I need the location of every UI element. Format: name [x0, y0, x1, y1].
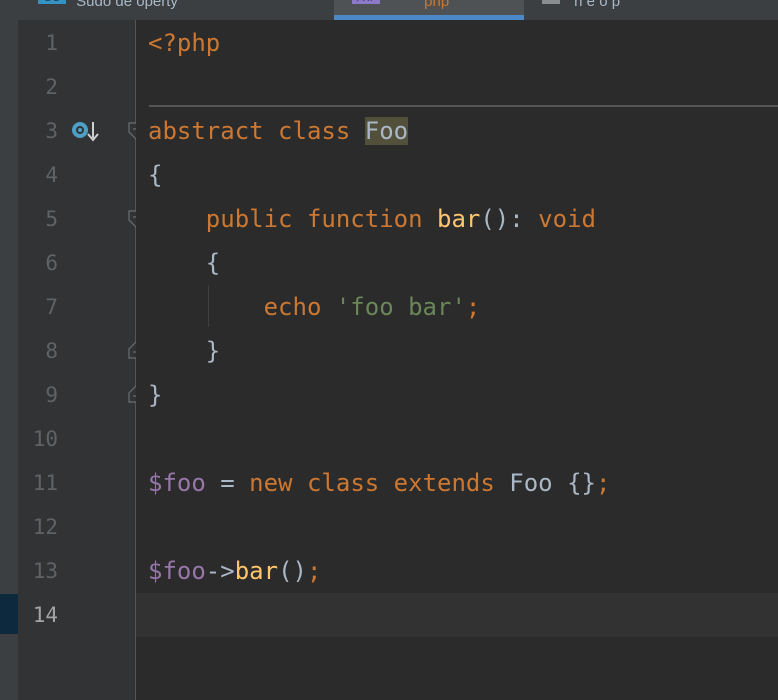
tab-dc-file[interactable]: DC Sudo de operty	[38, 0, 328, 20]
keyword: new	[249, 469, 293, 497]
return-type: void	[538, 205, 596, 233]
class-name: Foo	[509, 469, 553, 497]
semicolon: ;	[465, 293, 481, 321]
gutter-row: 1	[18, 21, 136, 65]
code-line-6[interactable]: {	[148, 241, 220, 285]
code-line-5[interactable]: public function bar(): void	[148, 197, 596, 241]
line-number: 7	[45, 295, 58, 319]
variable: $foo	[148, 557, 206, 585]
keyword: function	[306, 205, 423, 233]
keyword: extends	[393, 469, 495, 497]
code-line-7[interactable]: echo 'foo bar';	[148, 285, 481, 329]
gutter-row: 4	[18, 153, 136, 197]
keyword: class	[278, 117, 351, 145]
method-call: bar	[234, 557, 279, 585]
code-line-3[interactable]: abstract class Foo	[148, 109, 409, 153]
tab-other-file[interactable]: n e o p	[542, 0, 778, 20]
gutter-row: 8	[18, 329, 144, 373]
gutter-row: 13	[18, 549, 136, 593]
semicolon: ;	[306, 557, 322, 585]
code-line-9[interactable]: }	[148, 373, 162, 417]
implemented-by-icon[interactable]	[70, 120, 100, 144]
class-name-highlighted: Foo	[364, 117, 409, 145]
gutter-row: 5	[18, 197, 144, 241]
gutter-row: 10	[18, 417, 136, 461]
gutter-row: 2	[18, 65, 136, 109]
dc-file-icon: DC	[38, 0, 66, 4]
line-number: 8	[45, 339, 58, 363]
gutter-row: 9	[18, 373, 144, 417]
gutter-row: 3	[18, 109, 144, 153]
code-line-4[interactable]: {	[148, 153, 162, 197]
string-literal: 'foo bar'	[335, 293, 466, 321]
keyword: public	[205, 205, 293, 233]
gutter-row: 6	[18, 241, 136, 285]
line-number: 1	[45, 31, 58, 55]
file-icon	[542, 0, 560, 4]
code-line-8[interactable]: }	[148, 329, 220, 373]
brace: }	[205, 337, 221, 365]
method-separator	[149, 105, 778, 107]
arrow-operator: ->	[205, 557, 235, 585]
brace: {	[205, 249, 221, 277]
line-number: 4	[45, 163, 58, 187]
keyword: class	[306, 469, 380, 497]
editor-tab-bar: DC Sudo de operty PHP php n e o p	[18, 0, 778, 21]
code-line-1[interactable]: <?php	[148, 21, 220, 65]
keyword: abstract	[148, 117, 264, 145]
brace: }	[148, 381, 163, 409]
line-number: 13	[32, 559, 58, 583]
keyword: echo	[263, 293, 322, 321]
php-file-icon: PHP	[352, 0, 380, 4]
function-name: bar	[437, 205, 481, 233]
current-line-highlight	[136, 593, 778, 637]
line-number: 6	[45, 251, 58, 275]
line-number: 3	[45, 119, 58, 143]
line-number: 12	[32, 515, 58, 539]
tool-strip-active-indicator[interactable]	[0, 594, 18, 634]
tab-label: n e o p	[574, 0, 621, 10]
brace: {	[148, 161, 163, 189]
php-open-tag: <?php	[148, 29, 221, 57]
operator: =	[220, 469, 235, 497]
code-line-11[interactable]: $foo = new class extends Foo {};	[148, 461, 610, 505]
parens: ():	[480, 205, 524, 233]
variable: $foo	[148, 469, 206, 497]
semicolon: ;	[596, 469, 611, 497]
line-number: 9	[45, 383, 58, 407]
parens: ()	[278, 557, 307, 585]
tab-label: php	[424, 0, 450, 10]
line-number: 10	[32, 427, 58, 451]
gutter-row: 7	[18, 285, 136, 329]
code-line-13[interactable]: $foo->bar();	[148, 549, 321, 593]
tab-label: Sudo de operty	[76, 0, 178, 10]
line-number: 11	[32, 471, 58, 495]
gutter-row: 14	[18, 593, 136, 637]
current-line-number: 14	[32, 603, 58, 627]
gutter-row: 11	[18, 461, 136, 505]
line-number: 2	[45, 75, 58, 99]
line-number: 5	[45, 207, 58, 231]
gutter-row: 12	[18, 505, 136, 549]
class-body: {}	[567, 469, 596, 497]
